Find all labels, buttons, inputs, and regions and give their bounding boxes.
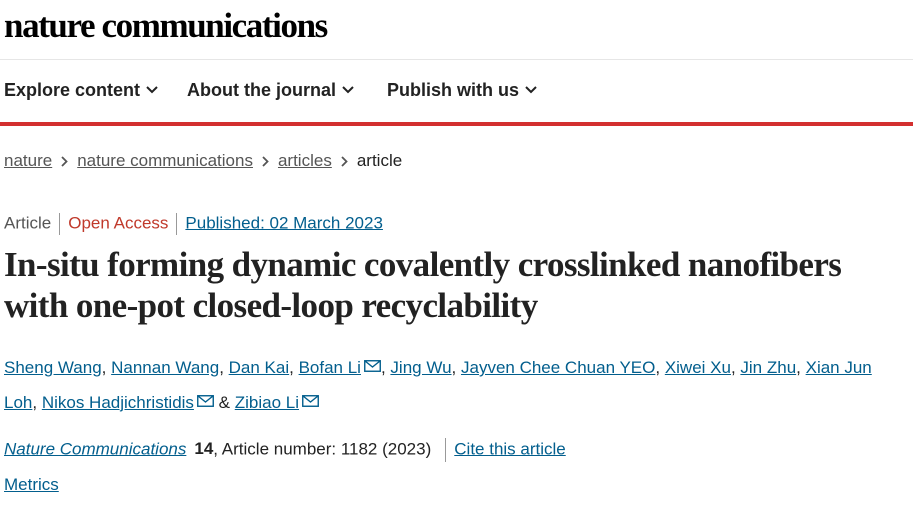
- author-link[interactable]: Nikos Hadjichristidis: [42, 393, 194, 412]
- chevron-down-icon: [525, 86, 537, 94]
- breadcrumb-nature-communications[interactable]: nature communications: [77, 151, 253, 170]
- mail-icon[interactable]: [196, 394, 214, 407]
- nav-explore-content[interactable]: Explore content: [4, 80, 158, 101]
- chevron-down-icon: [342, 86, 354, 94]
- chevron-right-icon: [61, 152, 68, 172]
- author-link[interactable]: Bofan Li: [299, 358, 361, 377]
- nav-item-label: About the journal: [187, 80, 336, 100]
- journal-link[interactable]: Nature Communications: [4, 439, 186, 458]
- mail-icon[interactable]: [364, 359, 381, 372]
- site-logo[interactable]: nature communications: [4, 6, 328, 46]
- cite-this-article-link[interactable]: Cite this article: [454, 439, 565, 458]
- open-access-badge: Open Access: [68, 213, 169, 233]
- breadcrumb: nature nature communications articles artic…: [4, 151, 402, 172]
- chevron-right-icon: [262, 152, 269, 172]
- divider: [176, 213, 178, 235]
- main-nav: Explore content About the journal Publis…: [0, 60, 913, 126]
- site-header: nature communications: [0, 0, 913, 60]
- citation-line: Nature Communications 14, Article number:…: [4, 438, 566, 462]
- author-link[interactable]: Jayven Chee Chuan YEO: [461, 358, 655, 377]
- breadcrumb-current: article: [356, 151, 403, 170]
- published-date-link[interactable]: Published: 02 March 2023: [185, 213, 383, 232]
- nav-item-label: Publish with us: [387, 80, 520, 100]
- authors-ampersand: &: [218, 393, 231, 412]
- divider: [445, 438, 447, 462]
- chevron-right-icon: [341, 152, 348, 172]
- author-link[interactable]: Xiwei Xu: [665, 358, 731, 377]
- volume-number: 14: [194, 439, 214, 459]
- nav-about-journal[interactable]: About the journal: [187, 80, 354, 101]
- author-link[interactable]: Jin Zhu: [740, 358, 796, 377]
- chevron-down-icon: [146, 86, 158, 94]
- article-meta: Article Open Access Published: 02 March 20…: [4, 213, 383, 235]
- nav-publish-with-us[interactable]: Publish with us: [387, 80, 537, 101]
- author-link[interactable]: Jing Wu: [390, 358, 451, 377]
- author-link[interactable]: Sheng Wang: [4, 358, 102, 377]
- article-number: , Article number: 1182 (2023): [213, 439, 432, 459]
- author-link[interactable]: Zibiao Li: [235, 393, 299, 412]
- author-link[interactable]: Dan Kai: [229, 358, 289, 377]
- breadcrumb-articles[interactable]: articles: [278, 151, 332, 170]
- nav-item-label: Explore content: [4, 80, 141, 100]
- metrics-link[interactable]: Metrics: [4, 475, 59, 495]
- divider: [59, 213, 61, 235]
- author-link[interactable]: Nannan Wang: [111, 358, 219, 377]
- author-list: Sheng Wang, Nannan Wang, Dan Kai, Bofan …: [4, 358, 872, 412]
- article-type: Article: [4, 213, 52, 233]
- article-title: In-situ forming dynamic covalently cross…: [4, 245, 842, 325]
- breadcrumb-nature[interactable]: nature: [4, 151, 52, 170]
- mail-icon[interactable]: [302, 394, 319, 407]
